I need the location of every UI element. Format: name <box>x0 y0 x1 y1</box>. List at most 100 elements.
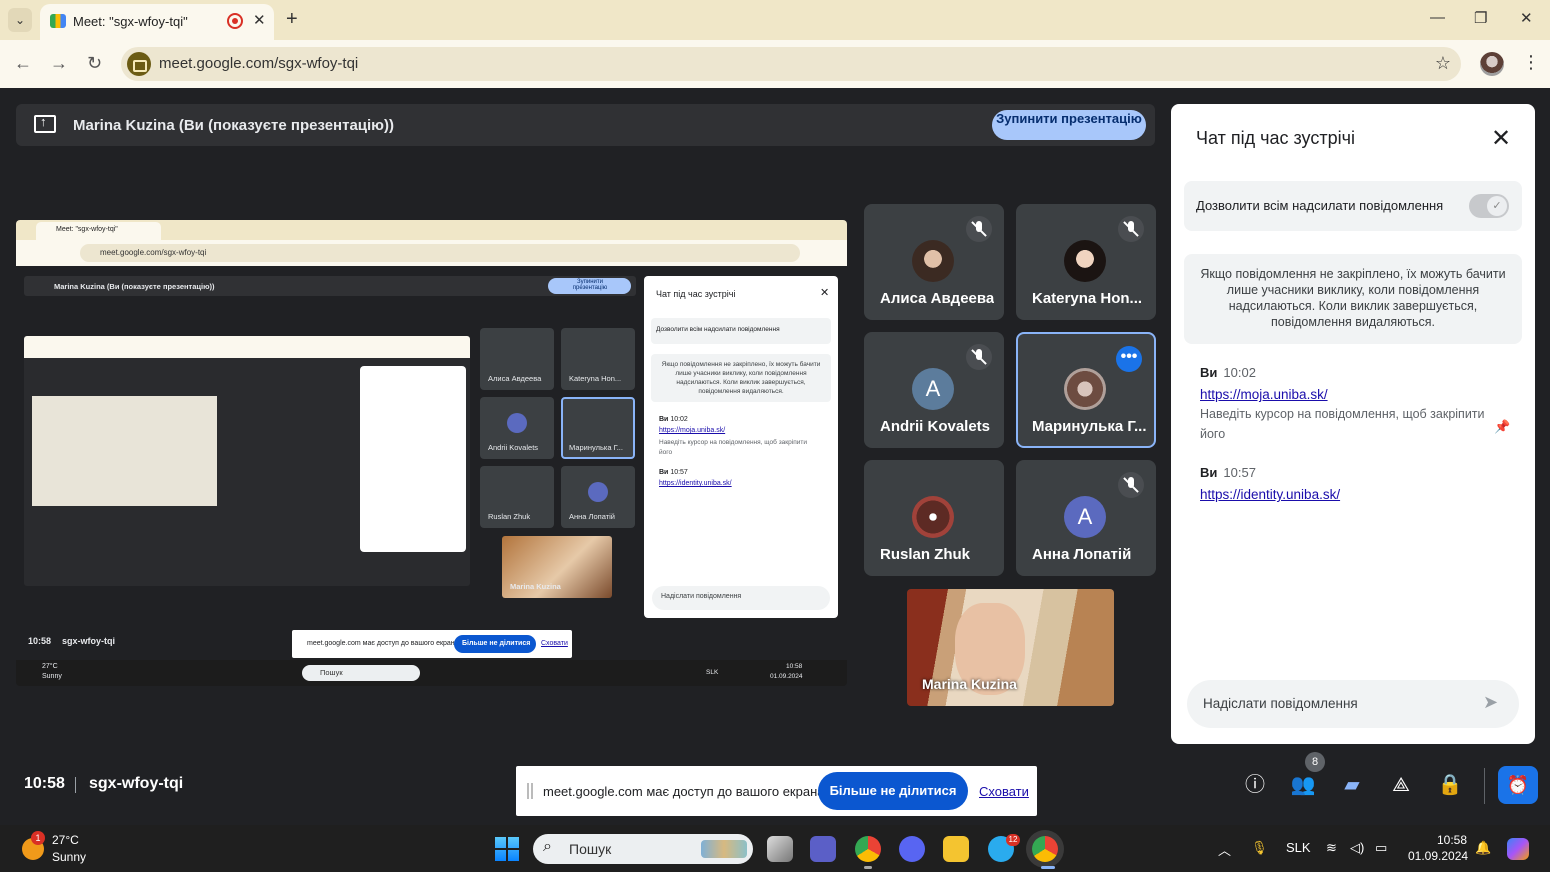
search-icon: ⌕ <box>543 838 552 855</box>
chrome-active-icon[interactable] <box>1032 836 1058 862</box>
profile-avatar[interactable] <box>1480 52 1504 76</box>
back-icon[interactable]: ← <box>14 53 32 74</box>
participant-name: Алиса Авдеева <box>880 290 995 307</box>
timer-icon[interactable]: ⏰ <box>1498 766 1538 804</box>
window-close-icon[interactable]: ✕ <box>1520 9 1533 27</box>
restore-icon[interactable]: ❐ <box>1474 9 1487 27</box>
taskbar-search[interactable]: ⌕ Пошук <box>533 834 753 864</box>
mic-off-icon <box>1118 472 1144 498</box>
participant-tile-andrii[interactable]: A Andrii Kovalets <box>864 332 1004 448</box>
mirror-tile: Анна Лопатій <box>561 466 635 528</box>
chrome-icon[interactable] <box>855 836 881 862</box>
mirror-url: meet.google.com/sgx-wfoy-tqi <box>100 248 207 257</box>
browser-menu-icon[interactable]: ⋮ <box>1522 52 1540 73</box>
message-link[interactable]: https://identity.uniba.sk/ <box>1200 487 1340 502</box>
volume-icon[interactable]: ◁) <box>1350 840 1364 856</box>
presenting-banner: Marina Kuzina (Ви (показуєте презентацію… <box>16 104 1155 146</box>
drag-handle-icon[interactable] <box>527 783 533 799</box>
participant-tile-ruslan[interactable]: Ruslan Zhuk <box>864 460 1004 576</box>
mirror-tile: Ruslan Zhuk <box>480 466 554 528</box>
host-controls-icon[interactable]: 🔒 <box>1436 771 1464 799</box>
mirror-msg1-hint: Наведіть курсор на повідомлення, щоб зак… <box>659 439 807 456</box>
presenting-label: Marina Kuzina (Ви (показуєте презентацію… <box>73 117 394 134</box>
tab-title: Meet: "sgx-wfoy-tqi" <box>73 14 188 29</box>
more-options-icon[interactable]: ••• <box>1116 346 1142 372</box>
task-view-icon[interactable] <box>767 836 793 862</box>
weather-badge: 1 <box>31 831 45 845</box>
tab-close-icon[interactable]: ✕ <box>253 11 266 29</box>
tray-time[interactable]: 10:58 <box>1437 833 1467 847</box>
pin-icon[interactable]: 📌 <box>1494 419 1510 435</box>
mirror-taskbar: 27°C Sunny Пошук SLK 10:58 01.09.2024 <box>16 660 847 686</box>
share-notice-text: meet.google.com має доступ до вашого екр… <box>543 784 829 799</box>
chat-icon[interactable]: ▰ <box>1338 771 1366 799</box>
chat-close-icon[interactable]: ✕ <box>1491 124 1511 153</box>
mirror-tile-active: Маринулька Г... <box>561 397 635 459</box>
mirror-tile: Алиса Авдеева <box>480 328 554 390</box>
mic-off-icon <box>1118 216 1144 242</box>
self-video-tile[interactable]: Marina Kuzina <box>907 589 1114 706</box>
chat-title: Чат під час зустрічі <box>1196 128 1355 148</box>
message-link[interactable]: https://moja.uniba.sk/ <box>1200 387 1328 402</box>
new-tab-button[interactable]: + <box>286 8 298 31</box>
tray-date[interactable]: 01.09.2024 <box>1408 849 1468 863</box>
bookmark-star-icon[interactable]: ☆ <box>1435 53 1451 74</box>
mirror-msg2-link: https://identity.uniba.sk/ <box>659 480 732 487</box>
windows-start-icon[interactable] <box>495 837 519 861</box>
site-info-icon[interactable] <box>127 52 151 76</box>
tab-search-dropdown[interactable]: ⌄ <box>8 8 32 32</box>
language-indicator[interactable]: SLK <box>1286 840 1311 855</box>
mirror-allow-label: Дозволити всім надсилати повідомлення <box>656 326 780 333</box>
mirror-clock: 10:58 <box>28 636 52 646</box>
people-icon[interactable]: 👥 <box>1289 771 1317 799</box>
discord-icon[interactable] <box>899 836 925 862</box>
chat-input-placeholder: Надіслати повідомлення <box>1203 696 1358 711</box>
mirror-tab-title: Meet: "sgx-wfoy-tqi" <box>56 226 118 233</box>
teams-icon[interactable] <box>810 836 836 862</box>
chat-input[interactable]: Надіслати повідомлення ➤ <box>1187 680 1519 728</box>
mirror-tab: Meet: "sgx-wfoy-tqi" <box>36 222 161 240</box>
allow-messages-toggle[interactable] <box>1469 194 1509 218</box>
file-explorer-icon[interactable] <box>943 836 969 862</box>
participant-tile-marynulka[interactable]: ••• Маринулька Г... <box>1016 332 1156 448</box>
participant-tile-anna[interactable]: A Анна Лопатій <box>1016 460 1156 576</box>
copilot-icon[interactable] <box>1507 838 1529 860</box>
forward-icon[interactable]: → <box>50 53 68 74</box>
hide-link[interactable]: Сховати <box>979 784 1029 799</box>
mirror-msg1-link: https://moja.uniba.sk/ <box>659 427 726 434</box>
browser-tabbar: ⌄ Meet: "sgx-wfoy-tqi" ✕ + — ❐ ✕ <box>0 0 1550 40</box>
battery-icon[interactable]: ▭ <box>1375 840 1387 856</box>
url-text: meet.google.com/sgx-wfoy-tqi <box>159 55 359 72</box>
minimize-icon[interactable]: — <box>1430 9 1445 26</box>
mirror-chat-title: Чат під час зустрічі <box>656 289 736 299</box>
notification-bell-icon[interactable]: 🔔 <box>1475 840 1491 856</box>
browser-tab-meet[interactable]: Meet: "sgx-wfoy-tqi" ✕ <box>40 4 274 40</box>
avatar <box>912 240 954 282</box>
avatar: A <box>912 368 954 410</box>
meeting-code: sgx-wfoy-tqi <box>89 775 184 792</box>
mirror-msg1-head: Ви 10:02 <box>659 416 688 423</box>
stop-sharing-button[interactable]: Більше не ділитися <box>818 772 968 810</box>
participant-tile-alisa[interactable]: Алиса Авдеева <box>864 204 1004 320</box>
wifi-icon[interactable]: ≋ <box>1326 840 1337 856</box>
microphone-icon[interactable]: 🎙 <box>1251 840 1268 856</box>
tray-chevron-icon[interactable]: ︿ <box>1218 840 1231 859</box>
participant-tile-kateryna[interactable]: Kateryna Hon... <box>1016 204 1156 320</box>
telegram-badge: 12 <box>1006 834 1020 846</box>
allow-messages-row: Дозволити всім надсилати повідомлення <box>1184 181 1522 231</box>
mirror-stop-button: Зупинити презентацію <box>548 278 631 294</box>
activities-icon[interactable]: ⟁ <box>1387 771 1415 799</box>
avatar <box>912 496 954 538</box>
meeting-clock: 10:58 <box>24 775 65 792</box>
mirror-msg2-head: Ви 10:57 <box>659 469 688 476</box>
mirror-chat-panel: Чат під час зустрічі ✕ Дозволити всім на… <box>644 276 838 618</box>
participant-name: Ruslan Zhuk <box>880 546 971 563</box>
stop-presenting-button[interactable]: Зупинити презентацію <box>992 110 1146 140</box>
present-screen-icon <box>34 114 56 133</box>
send-icon[interactable]: ➤ <box>1483 692 1498 713</box>
reload-icon[interactable]: ↻ <box>87 53 102 74</box>
meeting-info-icon[interactable]: ⓘ <box>1241 771 1269 799</box>
omnibox[interactable]: meet.google.com/sgx-wfoy-tqi ☆ <box>121 47 1461 81</box>
chat-info-note: Якщо повідомлення не закріплено, їх можу… <box>1184 254 1522 344</box>
mirror-omnibox: meet.google.com/sgx-wfoy-tqi <box>80 244 800 262</box>
